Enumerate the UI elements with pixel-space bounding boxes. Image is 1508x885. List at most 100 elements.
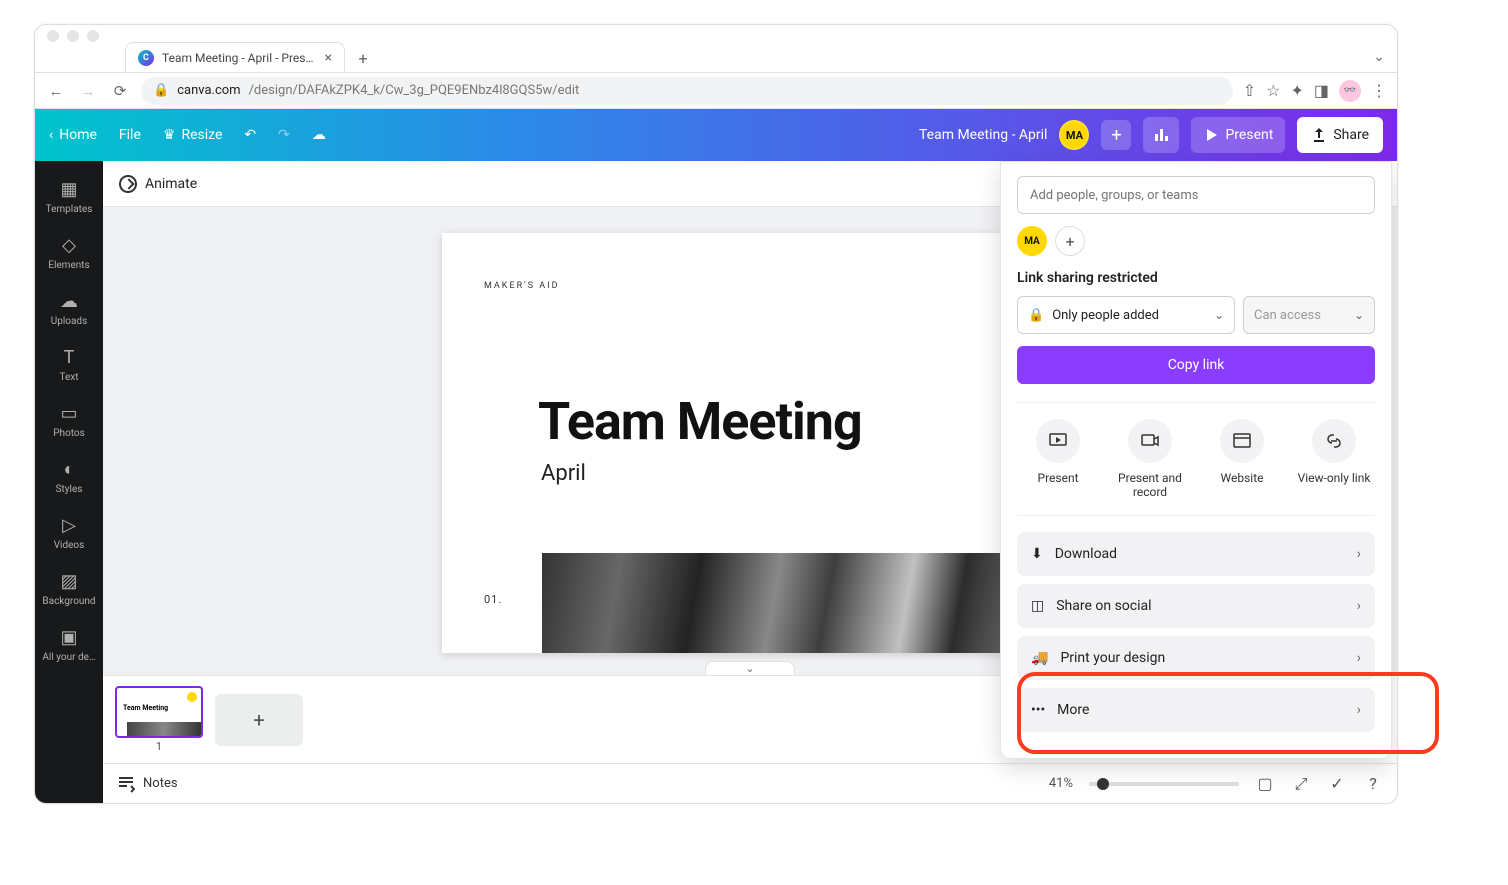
slide-subtitle-text: April xyxy=(541,461,586,486)
share-url-icon[interactable]: ⇧ xyxy=(1243,81,1256,100)
browser-tab[interactable]: C Team Meeting - April - Present… × xyxy=(125,42,345,72)
thumb-image xyxy=(127,722,201,736)
window-titlebar xyxy=(35,25,1397,43)
upload-icon xyxy=(1311,127,1327,143)
social-icon: ◫ xyxy=(1031,598,1044,614)
thumbnail-item[interactable]: Team Meeting 1 xyxy=(115,686,203,753)
bookmark-icon[interactable]: ☆ xyxy=(1266,81,1280,100)
action-label: Share on social xyxy=(1056,598,1151,614)
home-button[interactable]: ‹ Home xyxy=(49,127,97,143)
action-share-social[interactable]: ◫ Share on social › xyxy=(1017,584,1375,628)
access-scope-label: Only people added xyxy=(1052,308,1159,323)
resize-button[interactable]: ♛ Resize xyxy=(163,127,223,143)
tabs-overflow-icon[interactable]: ⌄ xyxy=(1373,49,1385,65)
share-button[interactable]: Share xyxy=(1297,117,1383,153)
extensions-icon[interactable]: ✦ xyxy=(1290,81,1303,100)
share-option-present[interactable]: Present xyxy=(1017,419,1099,499)
animate-icon xyxy=(119,175,137,193)
sidebar-item-text[interactable]: TText xyxy=(35,339,103,391)
zoom-percent[interactable]: 41% xyxy=(1049,776,1073,791)
redo-button[interactable]: ↷ xyxy=(278,127,290,143)
sidepanel-icon[interactable]: ◨ xyxy=(1314,81,1329,100)
website-circle-icon xyxy=(1220,419,1264,463)
share-option-viewlink[interactable]: View-only link xyxy=(1293,419,1375,499)
sidebar-item-elements[interactable]: ◇Elements xyxy=(35,227,103,279)
thumb-badge-icon xyxy=(187,692,197,702)
text-icon: T xyxy=(64,347,75,368)
grid-view-icon[interactable]: ▢ xyxy=(1255,774,1275,794)
help-icon[interactable]: ? xyxy=(1363,774,1383,794)
chevron-down-icon: ⌄ xyxy=(1214,308,1224,322)
cloud-sync-icon[interactable]: ☁ xyxy=(312,127,326,143)
collapse-handle[interactable]: ⌄ xyxy=(705,661,795,675)
play-icon xyxy=(1203,127,1219,143)
fullscreen-icon[interactable]: ⤢ xyxy=(1291,774,1311,794)
present-button[interactable]: Present xyxy=(1191,117,1285,153)
file-menu[interactable]: File xyxy=(119,127,141,143)
zoom-dot[interactable] xyxy=(87,30,99,42)
thumb-index: 1 xyxy=(156,740,162,753)
back-button[interactable]: ← xyxy=(45,80,67,102)
slide[interactable]: MAKER'S AID Team Meeting April 01. xyxy=(442,233,1058,653)
add-member-button[interactable]: + xyxy=(1101,120,1131,150)
close-tab-icon[interactable]: × xyxy=(325,50,332,66)
check-icon[interactable]: ✓ xyxy=(1327,774,1347,794)
profile-avatar[interactable]: 👓 xyxy=(1339,80,1361,102)
add-people-input[interactable] xyxy=(1017,176,1375,214)
chevron-left-icon: ‹ xyxy=(49,127,53,143)
background-icon: ▨ xyxy=(60,571,77,592)
bottom-right: 41% ▢ ⤢ ✓ ? xyxy=(1049,774,1383,794)
lock-icon: 🔒 xyxy=(153,83,169,98)
permission-label: Can access xyxy=(1254,308,1321,323)
insights-button[interactable] xyxy=(1143,117,1179,153)
share-option-record[interactable]: Present and record xyxy=(1109,419,1191,499)
record-circle-icon xyxy=(1128,419,1172,463)
sidebar-item-videos[interactable]: ▷Videos xyxy=(35,507,103,559)
url-host: canva.com xyxy=(177,83,240,98)
photos-icon: ▭ xyxy=(60,403,77,424)
app-topbar: ‹ Home File ♛ Resize ↶ ↷ ☁ Team Meeting … xyxy=(35,109,1397,161)
undo-button[interactable]: ↶ xyxy=(244,127,256,143)
forward-button[interactable]: → xyxy=(77,80,99,102)
sidebar-item-photos[interactable]: ▭Photos xyxy=(35,395,103,447)
user-avatar[interactable]: MA xyxy=(1059,120,1089,150)
zoom-handle[interactable] xyxy=(1097,778,1109,790)
canva-favicon-icon: C xyxy=(138,50,154,66)
present-circle-icon xyxy=(1036,419,1080,463)
document-title[interactable]: Team Meeting - April xyxy=(919,127,1047,143)
slide-thumbnail[interactable]: Team Meeting xyxy=(115,686,203,738)
new-tab-button[interactable]: + xyxy=(349,44,377,72)
add-collaborator-button[interactable]: + xyxy=(1055,226,1085,256)
tab-title: Team Meeting - April - Present… xyxy=(162,51,317,65)
close-dot[interactable] xyxy=(47,30,59,42)
access-scope-select[interactable]: 🔒 Only people added ⌄ xyxy=(1017,296,1235,334)
sidebar-item-styles[interactable]: ◐Styles xyxy=(35,451,103,503)
action-download[interactable]: ⬇ Download › xyxy=(1017,532,1375,576)
permission-select[interactable]: Can access ⌄ xyxy=(1243,296,1375,334)
shared-user-avatar[interactable]: MA xyxy=(1017,226,1047,256)
add-page-button[interactable]: + xyxy=(215,694,303,746)
address-bar: ← → ⟳ 🔒 canva.com/design/DAFAkZPK4_k/Cw_… xyxy=(35,73,1397,109)
chevron-right-icon: › xyxy=(1357,598,1361,614)
notes-button[interactable]: Notes xyxy=(117,775,178,793)
minimize-dot[interactable] xyxy=(67,30,79,42)
share-option-label: Website xyxy=(1221,471,1264,485)
sidebar-item-all-designs[interactable]: ▣All your de… xyxy=(35,619,103,671)
topbar-left: ‹ Home File ♛ Resize ↶ ↷ ☁ xyxy=(49,127,326,143)
animate-button[interactable]: Animate xyxy=(119,175,197,193)
url-field[interactable]: 🔒 canva.com/design/DAFAkZPK4_k/Cw_3g_PQE… xyxy=(141,77,1233,105)
videos-icon: ▷ xyxy=(62,515,76,536)
styles-icon: ◐ xyxy=(64,459,75,480)
zoom-slider[interactable] xyxy=(1089,782,1239,786)
sidebar-item-templates[interactable]: ▦Templates xyxy=(35,171,103,223)
chevron-down-icon: ⌄ xyxy=(1354,308,1364,322)
action-more[interactable]: ••• More › xyxy=(1017,688,1375,732)
sidebar-item-background[interactable]: ▨Background xyxy=(35,563,103,615)
kebab-menu-icon[interactable]: ⋮ xyxy=(1371,81,1387,100)
share-option-website[interactable]: Website xyxy=(1201,419,1283,499)
copy-link-button[interactable]: Copy link xyxy=(1017,346,1375,384)
sidebar-item-uploads[interactable]: ☁Uploads xyxy=(35,283,103,335)
reload-button[interactable]: ⟳ xyxy=(109,80,131,102)
action-print[interactable]: 🚚 Print your design › xyxy=(1017,636,1375,680)
share-label: Share xyxy=(1333,127,1369,143)
